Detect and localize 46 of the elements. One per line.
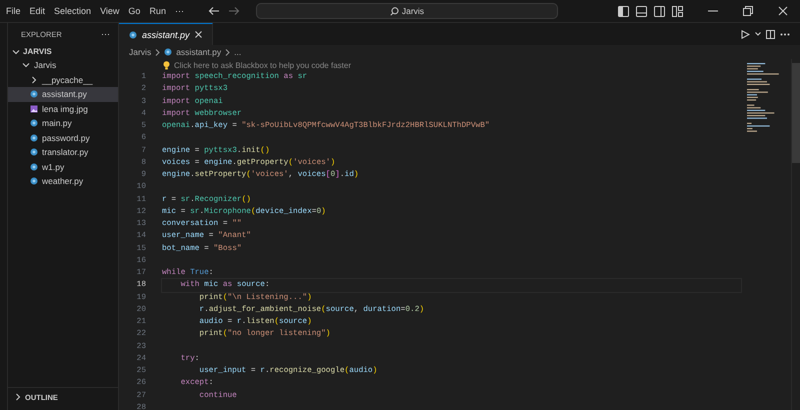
menu-item[interactable]: View [100,6,120,16]
search-icon [390,6,399,16]
menu-item[interactable]: Edit [30,6,46,16]
chevron-icon [155,48,160,56]
explorer-row[interactable]: assistant.py [8,87,118,102]
python-file-icon [129,30,137,38]
explorer-row[interactable]: translator.py [8,145,118,160]
restore-icon[interactable] [743,6,753,16]
more-actions-button[interactable]: ⋯ [101,29,110,39]
chevron-icon [225,48,230,56]
more-icon[interactable] [780,32,790,36]
close-icon[interactable] [778,6,788,16]
explorer-row[interactable]: password.py [8,130,118,145]
toggle-secondary-sidebar-icon[interactable] [654,6,665,16]
menu-item[interactable]: Selection [54,6,92,16]
menu-item[interactable]: File [6,6,21,16]
python-file-icon [164,48,172,56]
explorer-row[interactable]: w1.py [8,160,118,174]
menu-item[interactable]: Go [128,6,140,16]
lightbulb-icon [163,60,170,70]
breadcrumb-item[interactable]: Jarvis [129,47,152,57]
search-field[interactable]: Jarvis [256,3,558,19]
folder-row[interactable]: __pycache__ [8,72,118,87]
back-arrow-icon[interactable] [208,6,220,16]
forward-arrow-icon[interactable] [228,6,240,16]
toggle-sidebar-icon[interactable] [618,6,629,16]
toggle-panel-icon[interactable] [636,6,647,16]
close-icon[interactable] [194,31,202,38]
blackbox-hint[interactable]: Click here to ask Blackbox to help you code faster [174,60,351,70]
explorer-row[interactable]: weather.py [8,174,118,188]
image-file-icon [30,104,38,113]
workspace-header[interactable]: JARVIS [8,45,118,58]
explorer-row[interactable]: main.py [8,116,118,130]
menu-item[interactable]: Run [149,6,166,16]
scrollbar[interactable] [791,59,800,410]
caret-icon[interactable] [755,32,761,36]
layout-icon[interactable] [672,6,683,16]
split-editor-icon[interactable] [766,30,775,38]
explorer-row[interactable]: lena img.jpg [8,102,118,116]
folder-row[interactable]: Jarvis [8,58,118,72]
python-file-icon [30,90,38,98]
editor-tab[interactable]: assistant.py [119,23,213,45]
breadcrumb-item[interactable]: assistant.py [176,47,222,57]
breadcrumb-item[interactable]: ... [234,47,242,57]
run-icon[interactable] [741,30,750,38]
menu-item[interactable]: ⋯ [174,6,184,16]
